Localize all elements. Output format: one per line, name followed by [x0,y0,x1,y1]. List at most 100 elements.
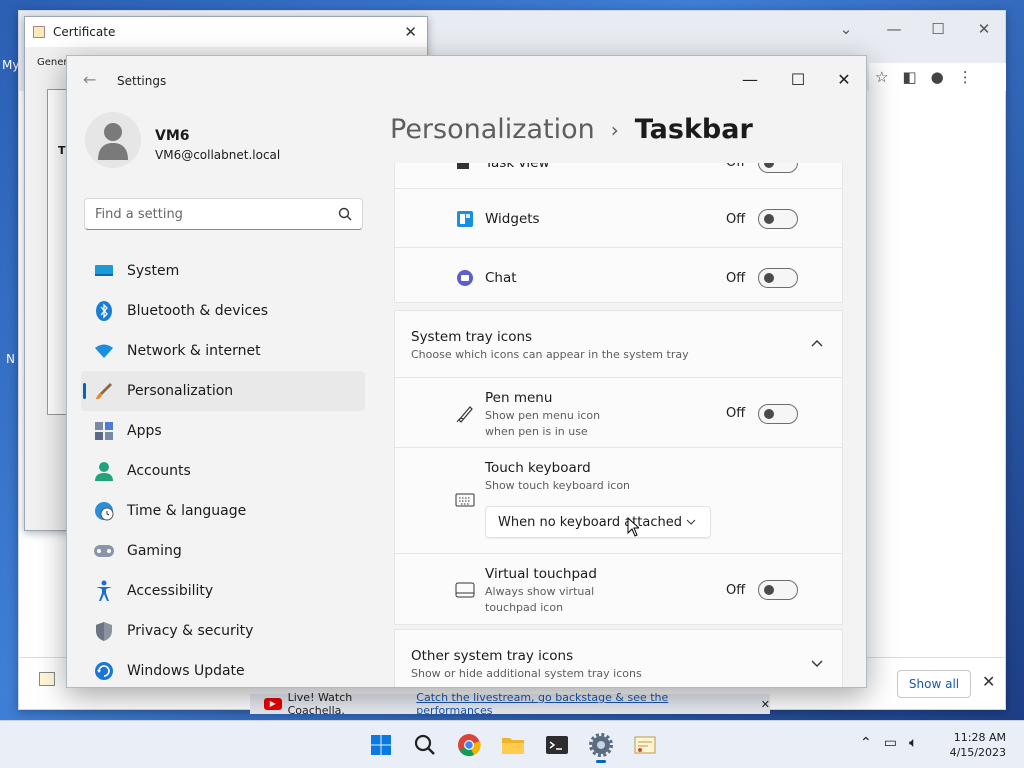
sidebar-item-apps[interactable]: Apps [81,411,365,451]
chevron-down-icon [686,519,696,525]
search-icon[interactable] [407,727,443,763]
settings-icon[interactable] [583,727,619,763]
touch-keyboard-label: Touch keyboard [485,460,591,476]
pen-icon [455,403,475,423]
setting-row-chat: Chat Off [395,248,842,303]
certificate-titlebar: Certificate ✕ [25,17,427,47]
chevron-down-icon[interactable] [811,656,823,672]
gamepad-icon [93,540,115,562]
maximize-icon[interactable]: ☐ [923,17,953,41]
close-icon[interactable]: ✕ [969,17,999,41]
file-explorer-icon[interactable] [495,727,531,763]
avatar[interactable] [85,112,141,168]
taskbar-items-card: Task view Off Widgets Off Chat Off [394,163,843,303]
dropdown-value: When no keyboard attached [498,514,682,530]
volume-icon[interactable]: 🔈︎ [909,735,917,751]
chat-label: Chat [485,270,517,286]
desktop-label[interactable]: N [6,352,15,366]
virtual-touchpad-toggle[interactable] [758,580,798,600]
settings-window: ← Settings — ☐ ✕ VM6 VM6@collabnet.local… [66,55,867,688]
settings-content: Task view Off Widgets Off Chat Off Syste… [394,163,844,687]
sidebar-item-system[interactable]: System [81,251,365,291]
sidebar-item-label: Gaming [127,543,182,559]
chevron-up-icon[interactable] [811,335,823,351]
network-icon[interactable]: ▭ [884,735,897,751]
sidebar-item-accounts[interactable]: Accounts [81,451,365,491]
banner-text: Live! Watch Coachella. [287,691,353,717]
toggle-state-label: Off [726,163,745,170]
bookmark-star-icon[interactable]: ☆ [875,68,888,86]
sidebar-item-label: Accounts [127,463,191,479]
maximize-button[interactable]: ☐ [783,66,813,94]
widgets-toggle[interactable] [758,209,798,229]
task-view-toggle[interactable] [758,163,798,173]
sidebar-item-time-language[interactable]: Time & language [81,491,365,531]
sidebar-item-gaming[interactable]: Gaming [81,531,365,571]
close-icon[interactable]: ✕ [761,698,770,711]
clock-time: 11:28 AM [953,731,1006,744]
terminal-icon[interactable] [539,727,575,763]
setting-row-touch-keyboard: Touch keyboard Show touch keyboard icon … [395,448,842,554]
clock-globe-icon [93,500,115,522]
sidebar-item-windows-update[interactable]: Windows Update [81,651,365,687]
sidebar-item-label: Time & language [127,503,247,519]
user-email: VM6@collabnet.local [155,148,281,162]
sidebar-item-accessibility[interactable]: Accessibility [81,571,365,611]
system-tray-header[interactable]: System tray icons Choose which icons can… [395,311,842,378]
accounts-icon [93,460,115,482]
chrome-icon[interactable] [451,727,487,763]
chevron-up-icon[interactable]: ⌃ [860,735,872,751]
chat-icon [455,268,475,288]
pen-menu-desc: when pen is in use [485,425,588,438]
search-input[interactable]: Find a setting [84,198,363,230]
toggle-state-label: Off [726,212,746,227]
system-tray: ⌃ ▭ 🔈︎ [860,735,917,751]
sidebar-item-privacy[interactable]: Privacy & security [81,611,365,651]
system-tray-subtitle: Choose which icons can appear in the sys… [411,348,689,361]
sidebar-item-bluetooth[interactable]: Bluetooth & devices [81,291,365,331]
show-all-button[interactable]: Show all [897,670,971,698]
task-view-label: Task view [485,163,550,171]
desktop-label[interactable]: My [2,58,19,72]
widgets-icon [455,209,475,229]
chevron-down-icon[interactable]: ⌄ [831,17,861,41]
breadcrumb-parent[interactable]: Personalization [390,114,595,145]
system-tray-card: System tray icons Choose which icons can… [394,310,843,625]
sidebar-item-label: Accessibility [127,583,214,599]
chat-toggle[interactable] [758,268,798,288]
touch-keyboard-dropdown[interactable]: When no keyboard attached [485,506,711,538]
minimize-icon[interactable]: — [879,17,909,41]
setting-row-widgets: Widgets Off [395,189,842,248]
accessibility-icon [93,580,115,602]
update-icon [93,660,115,682]
side-panel-icon[interactable]: ◧ [902,68,916,86]
virtual-touchpad-desc: touchpad icon [485,601,564,614]
banner-link[interactable]: Catch the livestream, go backstage & see… [416,691,740,717]
pen-menu-toggle[interactable] [758,404,798,424]
other-tray-card[interactable]: Other system tray icons Show or hide add… [394,629,843,687]
chrome-toolbar: ☆ ◧ ● ⋮ [869,63,1006,91]
start-icon[interactable] [363,727,399,763]
apps-icon [93,420,115,442]
back-arrow-icon[interactable]: ← [83,70,96,89]
close-icon[interactable]: ✕ [982,672,995,691]
touch-keyboard-desc: Show touch keyboard icon [485,479,631,492]
certificate-icon[interactable] [627,727,663,763]
sidebar-item-label: Network & internet [127,343,261,359]
sidebar-item-label: Privacy & security [127,623,254,639]
tab-general[interactable]: Gener [37,57,68,68]
toggle-state-label: Off [726,271,746,286]
minimize-button[interactable]: — [735,66,765,94]
virtual-touchpad-label: Virtual touchpad [485,566,597,582]
sidebar-item-network[interactable]: Network & internet [81,331,365,371]
clock[interactable]: 11:28 AM 4/15/2023 [948,730,1006,760]
more-menu-icon[interactable]: ⋮ [958,68,973,86]
search-icon [338,207,352,221]
close-button[interactable]: ✕ [829,66,859,94]
close-icon[interactable]: ✕ [404,23,417,41]
profile-icon[interactable]: ● [931,68,944,86]
mouse-cursor-icon [627,517,639,537]
settings-titlebar: ← Settings — ☐ ✕ [67,56,866,104]
sidebar-item-personalization[interactable]: Personalization [81,371,365,411]
sidebar-nav: System Bluetooth & devices Network & int… [81,251,365,687]
